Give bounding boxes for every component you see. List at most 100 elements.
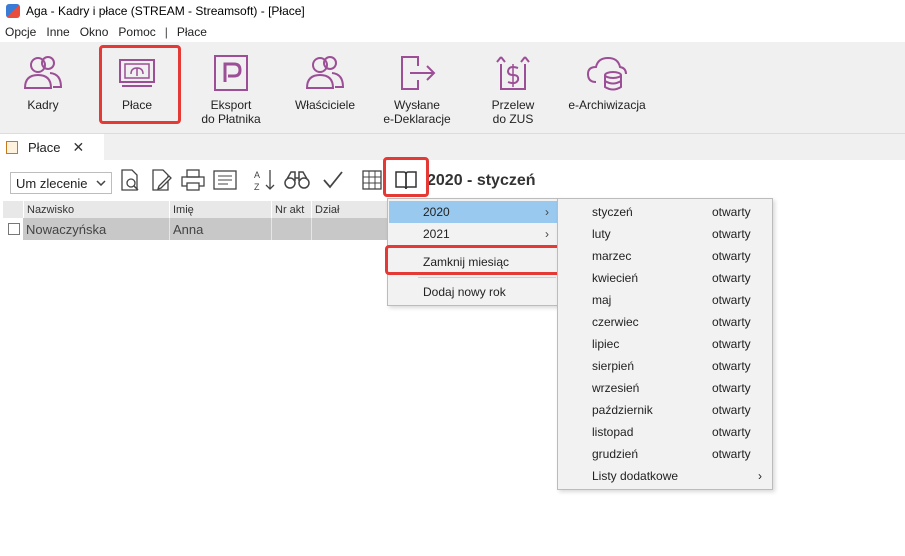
book-highlight-box: [383, 157, 429, 197]
platnik-icon: [214, 55, 248, 91]
export-arrow-icon: [401, 56, 436, 90]
close-icon[interactable]: ✕: [73, 139, 85, 156]
cell-nr-akt: [271, 218, 311, 240]
month-name: wrzesień: [592, 381, 640, 395]
chevron-right-icon: ›: [545, 205, 549, 219]
month-name: czerwiec: [592, 315, 639, 329]
menu-separator: |: [164, 25, 168, 39]
ribbon-kadry-button[interactable]: Kadry: [2, 50, 84, 128]
row-select[interactable]: [3, 218, 23, 240]
chevron-right-icon: ›: [545, 227, 549, 241]
edit-document-icon[interactable]: [149, 168, 173, 192]
month-item[interactable]: luty otwarty: [558, 223, 772, 245]
app-icon: [6, 4, 20, 18]
month-item[interactable]: sierpień otwarty: [558, 355, 772, 377]
ribbon-wyslane-label-2: e-Deklaracje: [383, 112, 451, 126]
ribbon-przelew-label-2: do ZUS: [492, 112, 534, 126]
month-item[interactable]: październik otwarty: [558, 399, 772, 421]
menu-item-dodaj-nowy-rok[interactable]: Dodaj nowy rok: [389, 281, 557, 303]
table-row[interactable]: Nowaczyńska Anna: [3, 218, 387, 240]
tab-strip: Płace ✕: [0, 134, 905, 160]
menu-divider: [418, 277, 556, 278]
month-item[interactable]: listopad otwarty: [558, 421, 772, 443]
month-status: otwarty: [712, 403, 751, 417]
menu-opcje[interactable]: Opcje: [0, 25, 41, 39]
month-item[interactable]: kwiecień otwarty: [558, 267, 772, 289]
month-name: marzec: [592, 249, 632, 263]
svg-text:A: A: [254, 170, 260, 180]
grid-icon[interactable]: [360, 168, 384, 192]
people-icon: [23, 56, 63, 89]
title-bar: Aga - Kadry i płace (STREAM - Streamsoft…: [0, 0, 905, 22]
month-name: maj: [592, 293, 612, 307]
month-item[interactable]: styczeń otwarty: [558, 201, 772, 223]
month-status: otwarty: [712, 425, 751, 439]
ribbon-eksport-label-2: do Płatnika: [201, 112, 261, 126]
header-select: [3, 201, 23, 218]
ribbon-eksport-button[interactable]: Eksport do Płatnika: [190, 50, 272, 128]
ribbon-eksport-label-1: Eksport: [210, 98, 252, 112]
menu-inne[interactable]: Inne: [41, 25, 74, 39]
month-item[interactable]: lipiec otwarty: [558, 333, 772, 355]
month-item[interactable]: grudzień otwarty: [558, 443, 772, 465]
grid-header: Nazwisko Imię Nr akt Dział: [3, 201, 387, 218]
month-status: otwarty: [712, 205, 751, 219]
filter-select[interactable]: Um zlecenie: [10, 172, 112, 194]
month-name: kwiecień: [592, 271, 639, 285]
ribbon-wyslane-button[interactable]: Wysłane e-Deklaracje: [376, 50, 458, 128]
ribbon-wlasciciele-button[interactable]: Właściciele: [284, 50, 366, 128]
month-item[interactable]: czerwiec otwarty: [558, 311, 772, 333]
month-name: lipiec: [592, 337, 620, 351]
filter-select-value: Um zlecenie: [16, 175, 88, 191]
month-status: otwarty: [712, 315, 751, 329]
month-status: otwarty: [712, 381, 751, 395]
menu-item-2021[interactable]: 2021 ›: [389, 223, 557, 245]
month-item[interactable]: maj otwarty: [558, 289, 772, 311]
tab-place-label: Płace: [28, 139, 61, 155]
toolbar: Um zlecenie A Z 2020 - styczeń: [0, 160, 905, 200]
col-dzial[interactable]: Dział: [311, 201, 387, 218]
menu-okno[interactable]: Okno: [75, 25, 114, 39]
cell-imie: Anna: [169, 218, 271, 240]
ribbon-wlasciciele-label: Właściciele: [294, 98, 355, 112]
list-icon[interactable]: [212, 168, 238, 192]
month-status: otwarty: [712, 249, 751, 263]
print-icon[interactable]: [180, 168, 206, 192]
tab-place[interactable]: Płace ✕: [0, 134, 104, 160]
menu-pomoc[interactable]: Pomoc: [113, 25, 160, 39]
cell-dzial: [311, 218, 387, 240]
binoculars-icon[interactable]: [283, 168, 311, 192]
place-highlight-box: [99, 45, 181, 124]
month-item[interactable]: wrzesień otwarty: [558, 377, 772, 399]
month-status: otwarty: [712, 271, 751, 285]
ribbon-kadry-label: Kadry: [27, 98, 59, 112]
preview-icon[interactable]: [118, 168, 142, 192]
transfer-dollar-icon: [496, 56, 530, 90]
month-status: otwarty: [712, 227, 751, 241]
month-name: grudzień: [592, 447, 639, 461]
menu-item-listy-dodatkowe[interactable]: Listy dodatkowe ›: [558, 465, 772, 487]
ribbon-earchiwizacja-button[interactable]: e-Archiwizacja: [566, 50, 648, 128]
ribbon-przelew-button[interactable]: Przelew do ZUS: [472, 50, 554, 128]
zamknij-highlight-box: [385, 245, 562, 275]
svg-text:Z: Z: [254, 182, 260, 192]
menu-item-dodaj-label: Dodaj nowy rok: [423, 285, 506, 299]
col-imie[interactable]: Imię: [169, 201, 271, 218]
document-icon: [6, 140, 18, 154]
col-nazwisko[interactable]: Nazwisko: [23, 201, 169, 218]
menu-item-2020[interactable]: 2020 ›: [389, 201, 557, 223]
sort-az-icon[interactable]: A Z: [252, 168, 278, 192]
month-name: styczeń: [592, 205, 633, 219]
checkmark-icon[interactable]: [321, 168, 345, 192]
month-status: otwarty: [712, 293, 751, 307]
chevron-down-icon: [96, 180, 106, 186]
menu-place[interactable]: Płace: [172, 25, 212, 39]
month-item[interactable]: marzec otwarty: [558, 245, 772, 267]
month-name: sierpień: [592, 359, 635, 373]
menu-item-2020-label: 2020: [423, 205, 450, 219]
period-label: 2020 - styczeń: [427, 172, 536, 189]
row-checkbox[interactable]: [8, 223, 20, 235]
month-status: otwarty: [712, 447, 751, 461]
col-nr-akt[interactable]: Nr akt: [271, 201, 311, 218]
months-submenu: styczeń otwarty luty otwarty marzec otwarty…: [557, 198, 773, 490]
